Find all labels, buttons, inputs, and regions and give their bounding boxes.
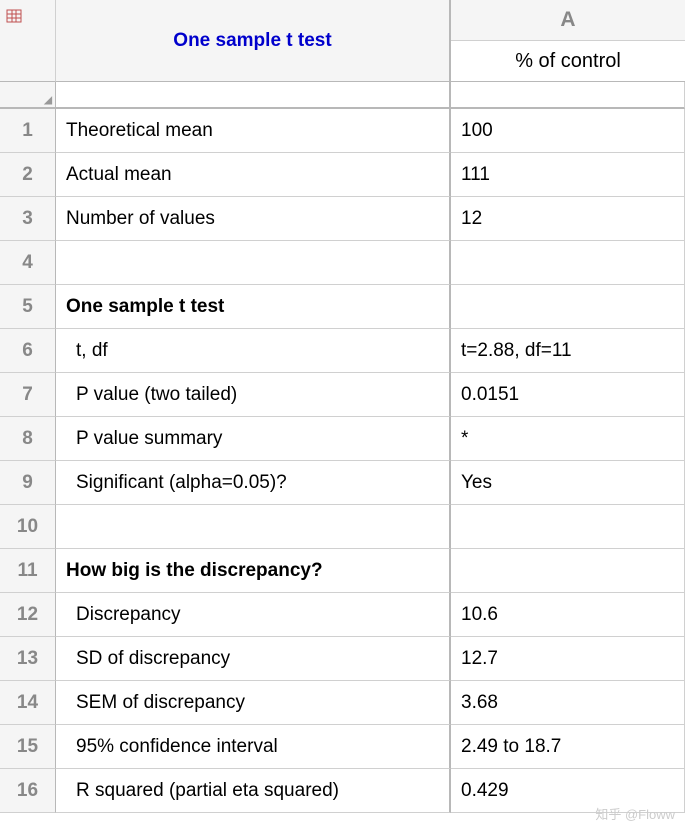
row-number[interactable]: 9	[0, 461, 56, 505]
result-value[interactable]: 3.68	[451, 681, 685, 725]
column-header-name[interactable]: % of control	[451, 41, 685, 82]
row-number[interactable]: 10	[0, 505, 56, 549]
row-number[interactable]: 13	[0, 637, 56, 681]
row-number[interactable]: 11	[0, 549, 56, 593]
result-label[interactable]: P value (two tailed)	[56, 373, 451, 417]
row-number[interactable]: 8	[0, 417, 56, 461]
results-grid: One sample t test A % of control	[0, 0, 685, 109]
result-label[interactable]: SEM of discrepancy	[56, 681, 451, 725]
result-label[interactable]: Theoretical mean	[56, 109, 451, 153]
result-label[interactable]: P value summary	[56, 417, 451, 461]
table-icon	[6, 8, 22, 24]
blank-cell[interactable]	[56, 82, 451, 109]
result-value[interactable]: 0.429	[451, 769, 685, 813]
column-header-letter[interactable]: A	[451, 0, 685, 41]
row-number[interactable]: 1	[0, 109, 56, 153]
result-value[interactable]	[451, 241, 685, 285]
result-label[interactable]: Number of values	[56, 197, 451, 241]
result-value[interactable]: 12	[451, 197, 685, 241]
data-rows: 1Theoretical mean1002Actual mean1113Numb…	[0, 109, 685, 813]
result-value[interactable]: 10.6	[451, 593, 685, 637]
row-number[interactable]: 2	[0, 153, 56, 197]
result-label[interactable]: Actual mean	[56, 153, 451, 197]
blank-cell[interactable]	[451, 82, 685, 109]
result-label[interactable]: 95% confidence interval	[56, 725, 451, 769]
row-number[interactable]: 4	[0, 241, 56, 285]
result-label[interactable]: How big is the discrepancy?	[56, 549, 451, 593]
row-number[interactable]: 3	[0, 197, 56, 241]
result-value[interactable]: t=2.88, df=11	[451, 329, 685, 373]
result-label[interactable]	[56, 505, 451, 549]
row-header-blank	[0, 82, 56, 109]
row-number[interactable]: 16	[0, 769, 56, 813]
result-value[interactable]: Yes	[451, 461, 685, 505]
header-corner	[0, 0, 56, 82]
result-label[interactable]: One sample t test	[56, 285, 451, 329]
result-label[interactable]	[56, 241, 451, 285]
row-number[interactable]: 12	[0, 593, 56, 637]
result-value[interactable]: 2.49 to 18.7	[451, 725, 685, 769]
result-value[interactable]: 100	[451, 109, 685, 153]
result-label[interactable]: Discrepancy	[56, 593, 451, 637]
result-value[interactable]: 12.7	[451, 637, 685, 681]
row-number[interactable]: 14	[0, 681, 56, 725]
row-number[interactable]: 15	[0, 725, 56, 769]
result-label[interactable]: Significant (alpha=0.05)?	[56, 461, 451, 505]
result-value[interactable]	[451, 285, 685, 329]
row-number[interactable]: 5	[0, 285, 56, 329]
result-value[interactable]	[451, 505, 685, 549]
result-label[interactable]: SD of discrepancy	[56, 637, 451, 681]
result-value[interactable]: *	[451, 417, 685, 461]
result-label[interactable]: R squared (partial eta squared)	[56, 769, 451, 813]
result-value[interactable]: 111	[451, 153, 685, 197]
analysis-title: One sample t test	[56, 0, 451, 82]
result-value[interactable]	[451, 549, 685, 593]
row-number[interactable]: 7	[0, 373, 56, 417]
row-number[interactable]: 6	[0, 329, 56, 373]
result-label[interactable]: t, df	[56, 329, 451, 373]
result-value[interactable]: 0.0151	[451, 373, 685, 417]
